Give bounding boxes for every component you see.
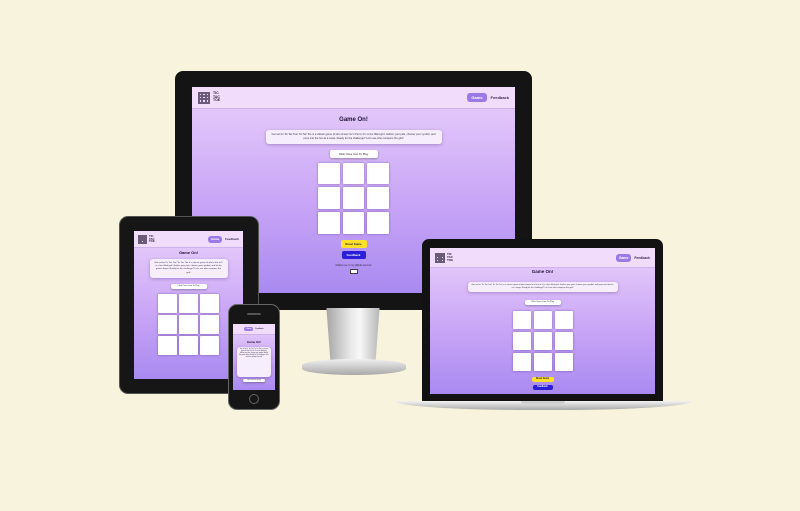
board-cell[interactable] xyxy=(512,331,531,350)
nav-feedback-link[interactable]: Feedback xyxy=(225,237,239,241)
intro-text: Get set for Tic Tac Toe! Tic Tac Toe is … xyxy=(265,130,442,144)
phone-home-button xyxy=(249,394,259,404)
board-cell[interactable] xyxy=(554,352,573,371)
board-cell[interactable] xyxy=(512,352,531,371)
intro-text: Get set for Tic Tac Toe! Tic Tac Toe is … xyxy=(237,347,271,377)
logo-text: TIC TAC TOE xyxy=(149,233,155,244)
nav-game-link[interactable]: Game xyxy=(244,327,254,331)
phone-speaker xyxy=(247,313,261,315)
intro-text: Get set for Tic Tac Toe! Tic Tac Toe is … xyxy=(149,259,228,278)
nav-links: Game Feedback xyxy=(467,93,509,102)
logo-grid-icon xyxy=(138,234,147,244)
pick-symbol-button[interactable]: Click Once Icon To Play xyxy=(524,299,561,305)
navbar: TIC TAC TOE Game Feedback xyxy=(430,248,655,268)
page-title: Game On! xyxy=(178,250,199,255)
navbar: TIC TAC TOE Game Feedback xyxy=(134,231,243,248)
nav-links: Game Feedback xyxy=(244,327,264,331)
board-cell[interactable] xyxy=(158,293,177,313)
page-title: Game On! xyxy=(339,117,368,123)
nav-feedback-link[interactable]: Feedback xyxy=(634,256,650,260)
logo-grid-icon xyxy=(198,91,210,104)
pick-symbol-button[interactable]: Click Once Icon To Play xyxy=(243,379,265,382)
board-cell[interactable] xyxy=(200,314,219,334)
board-cell[interactable] xyxy=(179,335,198,355)
pick-symbol-button[interactable]: Click Once Icon To Play xyxy=(329,149,378,158)
logo-text: TIC TAC TOE xyxy=(447,252,454,262)
nav-game-link[interactable]: Game xyxy=(467,93,487,102)
board-cell[interactable] xyxy=(367,187,389,209)
board-cell[interactable] xyxy=(318,211,340,234)
board-cell[interactable] xyxy=(342,162,365,185)
board-cell[interactable] xyxy=(554,331,573,350)
board-cell[interactable] xyxy=(179,293,198,313)
monitor-stand-base xyxy=(302,359,406,375)
board-cell[interactable] xyxy=(158,314,177,334)
board-cell[interactable] xyxy=(342,187,365,209)
logo[interactable]: TIC TAC TOE xyxy=(435,252,454,263)
board-cell[interactable] xyxy=(318,187,340,209)
board-cell[interactable] xyxy=(554,310,573,329)
board-cell[interactable] xyxy=(533,331,552,350)
pick-symbol-button[interactable]: Click Once Icon To Play xyxy=(170,283,207,289)
nav-feedback-link[interactable]: Feedback xyxy=(255,328,263,330)
github-icon[interactable] xyxy=(349,268,358,274)
board-cell[interactable] xyxy=(318,162,340,185)
feedback-button[interactable]: Feedback xyxy=(341,250,366,259)
nav-links: Game Feedback xyxy=(615,253,650,262)
logo[interactable]: TIC TAC TOE xyxy=(138,233,155,244)
navbar: TIC TAC TOE Game Feedback xyxy=(192,87,515,109)
page-title: Game On! xyxy=(246,340,262,344)
reset-game-button[interactable]: Reset Game xyxy=(340,239,367,248)
game-board xyxy=(512,310,573,371)
nav-links: Game Feedback xyxy=(207,235,239,243)
navbar: Game Feedback xyxy=(233,324,275,335)
board-cell[interactable] xyxy=(533,352,552,371)
nav-feedback-link[interactable]: Feedback xyxy=(491,95,509,100)
game-board xyxy=(318,162,389,234)
board-cell[interactable] xyxy=(342,211,365,234)
reset-game-button[interactable]: Reset Game xyxy=(531,376,554,382)
nav-game-link[interactable]: Game xyxy=(207,235,223,243)
nav-game-link[interactable]: Game xyxy=(615,253,632,262)
board-cell[interactable] xyxy=(200,293,219,313)
board-cell[interactable] xyxy=(179,314,198,334)
board-cell[interactable] xyxy=(533,310,552,329)
board-cell[interactable] xyxy=(367,211,389,234)
logo-text: TIC TAC TOE xyxy=(213,91,221,103)
board-cell[interactable] xyxy=(367,162,389,185)
monitor-stand-neck xyxy=(326,308,380,364)
board-cell[interactable] xyxy=(512,310,531,329)
game-board xyxy=(158,293,219,355)
logo-grid-icon xyxy=(435,252,445,263)
board-cell[interactable] xyxy=(158,335,177,355)
phone-screen: Game Feedback Game On! Get set for Tic T… xyxy=(233,324,275,390)
intro-text: Get set for Tic Tac Toe! Tic Tac Toe is … xyxy=(467,282,618,292)
feedback-button[interactable]: Feedback xyxy=(532,384,553,390)
laptop-screen: TIC TAC TOE Game Feedback Game On! Get s… xyxy=(430,248,655,394)
tablet-screen: TIC TAC TOE Game Feedback Game On! Get s… xyxy=(134,231,243,379)
logo[interactable]: TIC TAC TOE xyxy=(198,91,221,104)
page-title: Game On! xyxy=(531,269,554,274)
board-cell[interactable] xyxy=(200,335,219,355)
laptop-notch xyxy=(521,401,565,404)
